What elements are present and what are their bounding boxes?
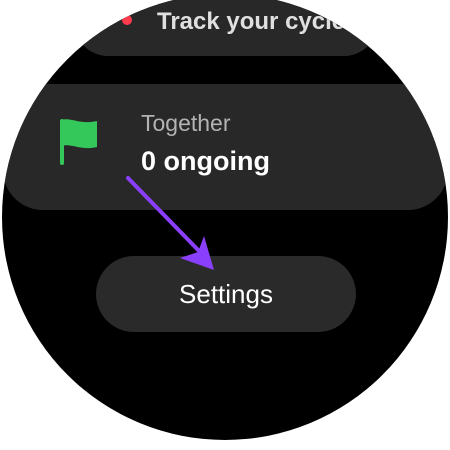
settings-button[interactable]: Settings [96,256,356,332]
cycle-tracking-card[interactable]: ... Track your cycle. [74,0,378,56]
cycle-card-partial-label: ... [202,0,217,1]
together-ongoing-count: 0 ongoing [141,146,270,176]
together-title: Together [141,110,231,136]
cycle-card-title: Track your cycle. [157,8,352,35]
watch-face: ... Track your cycle. Together 0 ongoing… [2,0,448,440]
screen: ... Track your cycle. Together 0 ongoing… [0,0,450,450]
settings-button-label: Settings [179,278,273,309]
flag-icon [60,119,97,165]
status-dot-icon [122,15,132,25]
together-card[interactable]: Together 0 ongoing [3,84,448,210]
